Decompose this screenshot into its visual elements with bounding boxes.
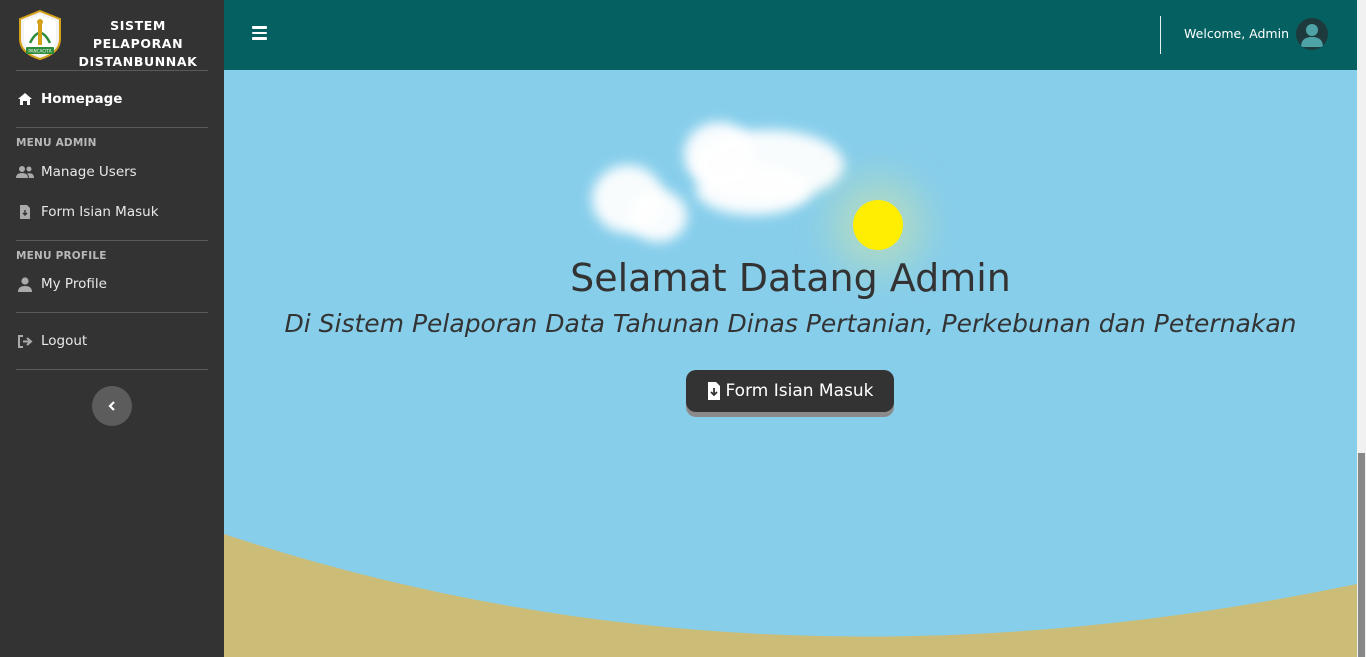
home-icon: [16, 91, 34, 107]
file-download-icon: [16, 204, 34, 220]
sign-out-icon: [16, 333, 34, 349]
topbar: Welcome, Admin: [224, 0, 1357, 70]
cloud: [629, 190, 687, 242]
sidebar-item-label: My Profile: [41, 276, 107, 292]
sidebar-heading-admin: MENU ADMIN: [16, 137, 97, 149]
sidebar-item-label: Form Isian Masuk: [41, 204, 159, 220]
sidebar: PANCACITA SISTEM PELAPORAN DISTANBUNNAK …: [0, 0, 224, 657]
sidebar-divider: [16, 312, 208, 313]
sidebar-heading-profile: MENU PROFILE: [16, 250, 107, 262]
bars-icon[interactable]: [252, 26, 268, 42]
svg-text:PANCACITA: PANCACITA: [28, 49, 51, 54]
sidebar-item-logout[interactable]: Logout: [16, 329, 208, 353]
brand[interactable]: PANCACITA SISTEM PELAPORAN DISTANBUNNAK: [0, 0, 224, 70]
sidebar-item-label: Manage Users: [41, 164, 137, 180]
user-icon: [16, 276, 34, 292]
page-title: Selamat Datang Admin: [570, 256, 1011, 300]
file-download-icon: [707, 382, 720, 400]
chevron-left-icon: [108, 401, 115, 411]
aceh-emblem-logo: PANCACITA: [19, 9, 61, 61]
sidebar-toggle-button[interactable]: [92, 386, 132, 426]
cloud: [696, 165, 811, 215]
brand-title: SISTEM PELAPORAN DISTANBUNNAK: [68, 17, 208, 71]
topbar-divider: [1160, 16, 1161, 54]
sidebar-divider: [16, 369, 208, 370]
button-label: Form Isian Masuk: [725, 381, 874, 401]
page-subtitle: Di Sistem Pelaporan Data Tahunan Dinas P…: [284, 309, 1297, 338]
sidebar-item-label: Logout: [41, 333, 88, 349]
scrollbar[interactable]: [1357, 0, 1366, 657]
sidebar-item-manage-users[interactable]: Manage Users: [16, 160, 208, 184]
sidebar-item-label: Homepage: [41, 91, 123, 107]
sidebar-item-form-isian[interactable]: Form Isian Masuk: [16, 200, 208, 224]
hero-scene: Selamat Datang Admin Di Sistem Pelaporan…: [224, 70, 1357, 657]
scrollbar-thumb[interactable]: [1358, 453, 1365, 657]
sidebar-item-homepage[interactable]: Homepage: [16, 87, 208, 111]
brand-line-2: DISTANBUNNAK: [78, 54, 198, 69]
users-icon: [16, 164, 34, 180]
sidebar-item-my-profile[interactable]: My Profile: [16, 272, 208, 296]
user-avatar-icon[interactable]: [1296, 18, 1328, 50]
form-isian-masuk-button[interactable]: Form Isian Masuk: [686, 370, 894, 412]
sidebar-divider: [16, 127, 208, 128]
sun: [853, 200, 903, 250]
sidebar-divider: [16, 240, 208, 241]
welcome-text: Welcome, Admin: [1184, 26, 1289, 41]
sidebar-divider: [16, 70, 208, 71]
brand-line-1: SISTEM PELAPORAN: [92, 18, 184, 51]
